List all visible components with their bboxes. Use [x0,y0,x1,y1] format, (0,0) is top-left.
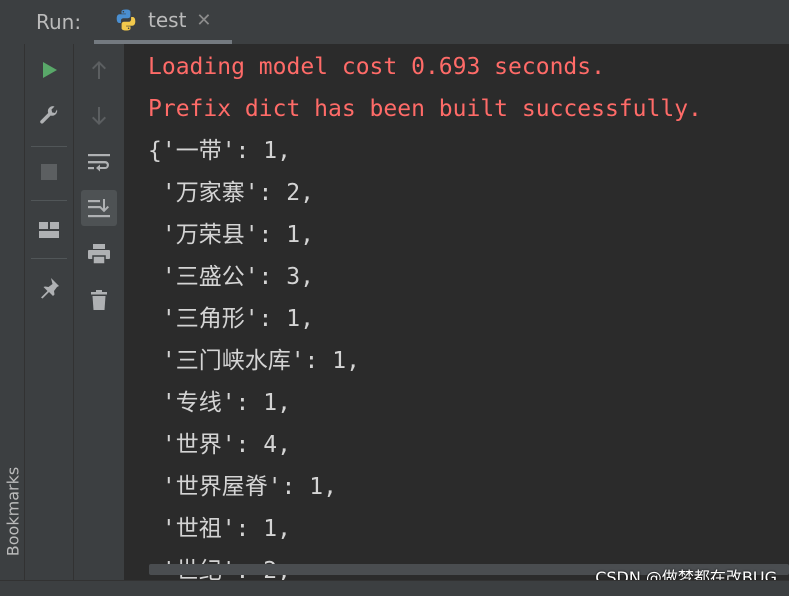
trash-icon [91,290,107,310]
console-line: Prefix dict has been built successfully. [148,96,702,122]
scroll-to-end-icon [88,199,110,218]
tab-test[interactable]: test ✕ [94,0,232,44]
soft-wrap-button[interactable] [81,144,117,180]
toolbar-left [25,44,74,596]
console-line: '世界': 4, [148,432,291,458]
run-header: Run: test ✕ [0,0,789,45]
rerun-button[interactable] [31,52,67,88]
console-line: Loading model cost 0.693 seconds. [148,54,605,80]
bottom-toolbar [0,580,789,596]
stop-button[interactable] [31,154,67,190]
toolbar-right [74,44,125,596]
console-line: '万荣县': 1, [148,222,314,248]
pin-icon [41,278,59,299]
print-icon [88,244,110,265]
stop-icon [41,164,57,180]
run-tool-window: Run: test ✕ Bookmarks Loading model cost… [0,0,789,596]
separator [31,200,67,201]
soft-wrap-icon [88,154,110,172]
previous-occurrence-button[interactable] [81,52,117,88]
layout-button[interactable] [31,212,67,248]
separator [31,146,67,147]
next-occurrence-button[interactable] [81,98,117,134]
console-line: '万家寨': 2, [148,180,314,206]
bookmarks-label: Bookmarks [3,466,23,557]
console-line: '三盛公': 3, [148,264,314,290]
clear-all-button[interactable] [81,282,117,318]
console-line: '世界屋脊': 1, [148,474,337,500]
tab-label: test [148,8,187,32]
pin-button[interactable] [31,270,67,306]
console-output[interactable]: Loading model cost 0.693 seconds. Prefix… [125,44,789,596]
layout-icon [39,222,59,238]
settings-button[interactable] [31,98,67,134]
close-icon[interactable]: ✕ [196,10,211,31]
console-line: '三角形': 1, [148,306,314,332]
console-line: '三门峡水库': 1, [148,348,360,374]
arrow-up-icon [92,61,106,79]
console-line: {'一带': 1, [148,138,291,164]
wrench-icon [40,106,58,124]
run-label: Run: [36,10,82,34]
run-icon [43,62,57,78]
python-icon [116,9,136,31]
print-button[interactable] [81,236,117,272]
arrow-down-icon [92,107,106,125]
console-line: '专线': 1, [148,390,291,416]
bookmarks-sidebar[interactable]: Bookmarks [0,44,25,596]
separator [31,258,67,259]
scroll-to-end-button[interactable] [81,190,117,226]
console-line: '世祖': 1, [148,516,291,542]
